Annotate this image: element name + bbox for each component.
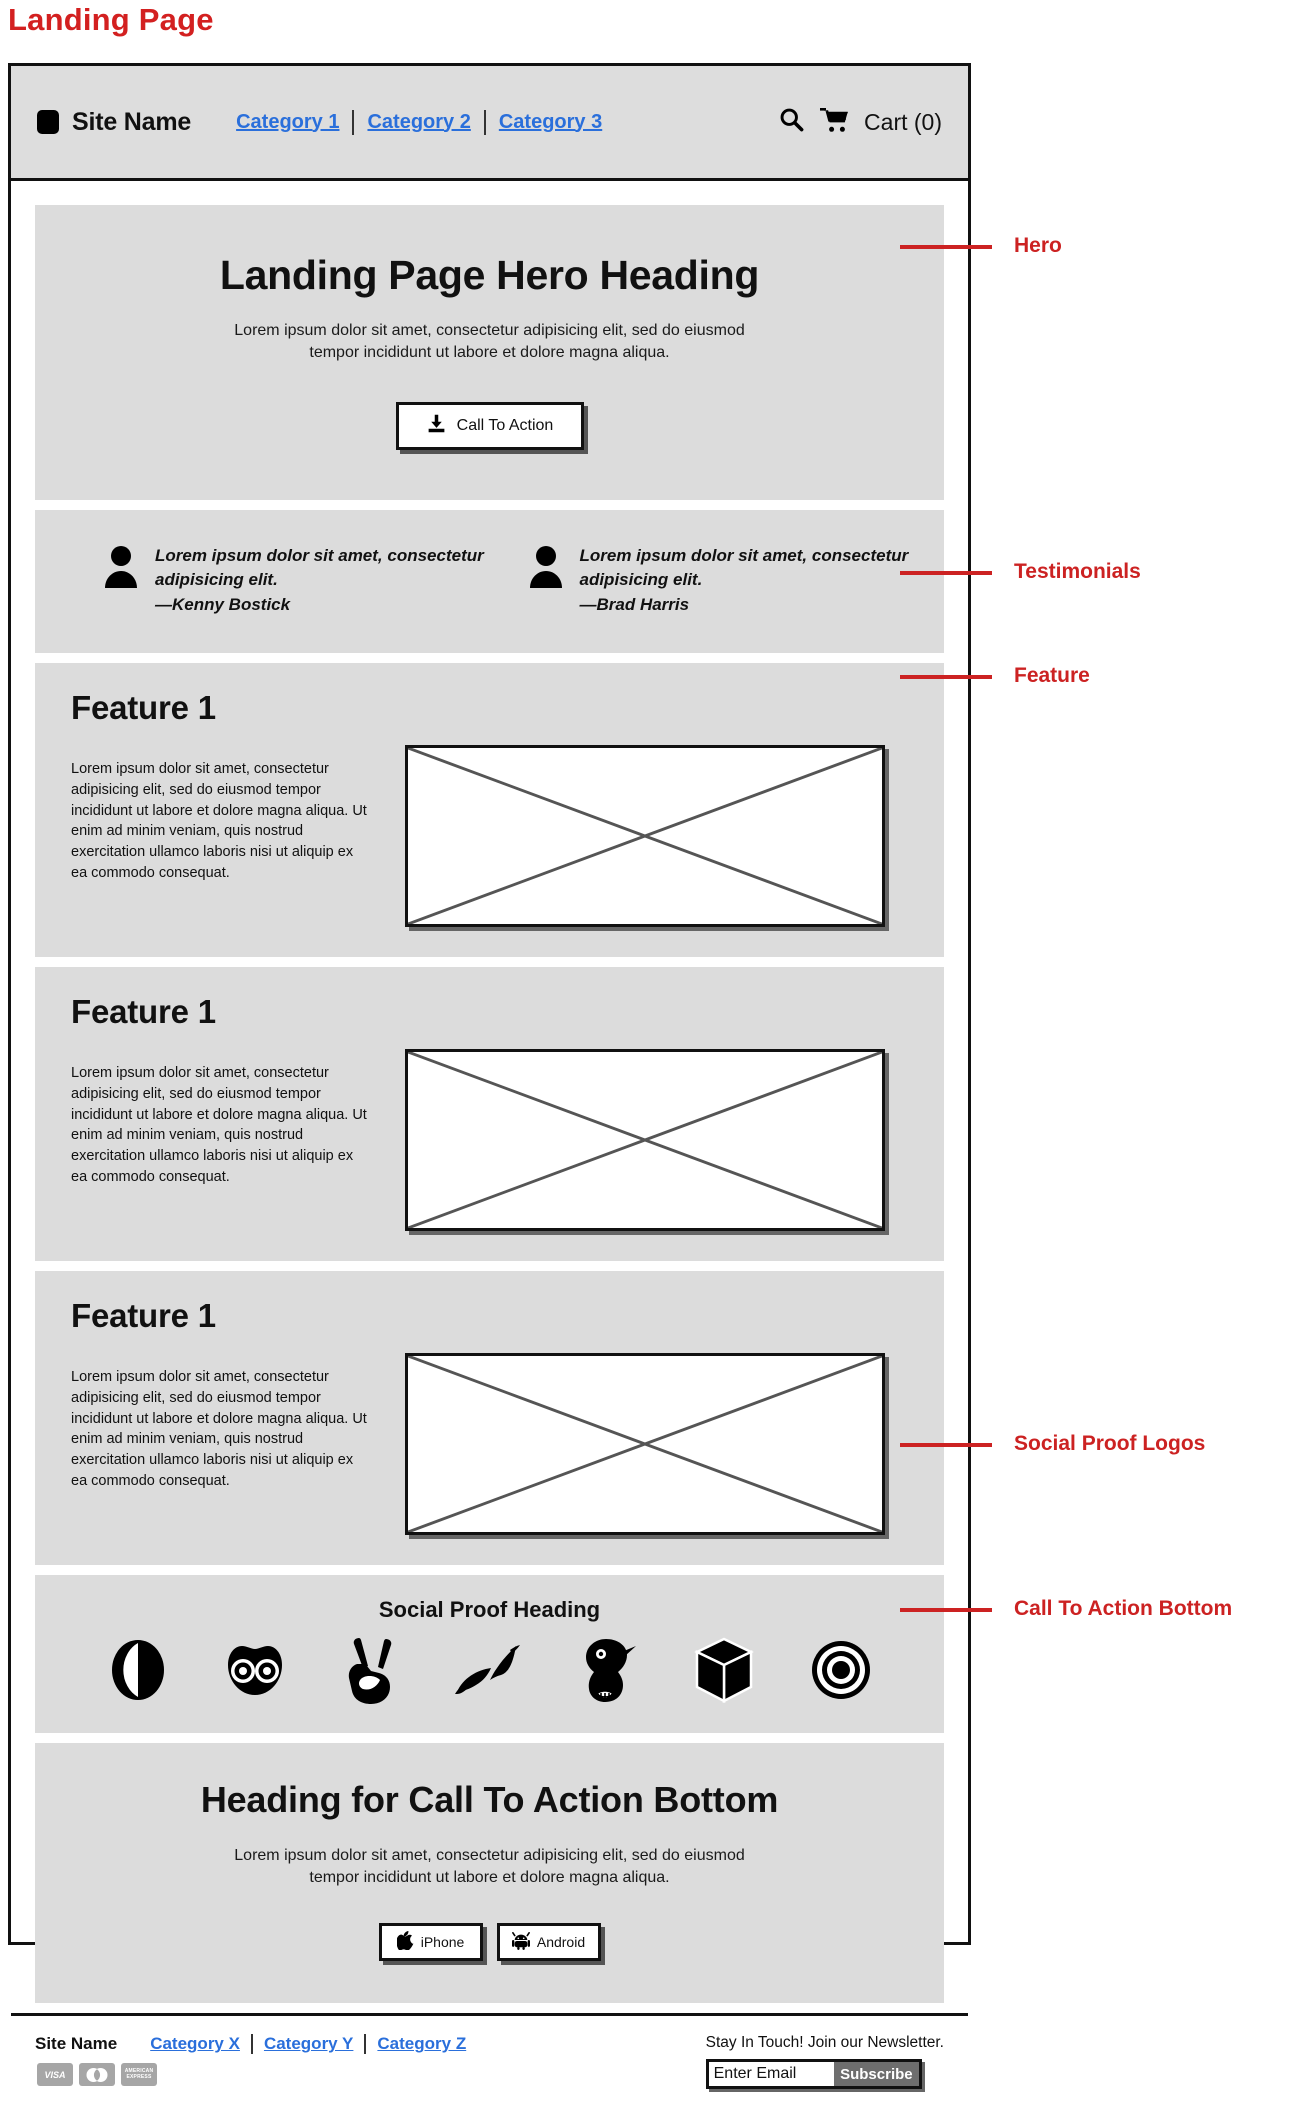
nav-link-category-1[interactable]: Category 1 (223, 111, 352, 134)
amex-badge-icon: AMERICAN EXPRESS (121, 2063, 157, 2087)
feature-section: Feature 1 Lorem ipsum dolor sit amet, co… (35, 662, 944, 957)
social-proof-section: Social Proof Heading (35, 1574, 944, 1733)
download-icon (426, 413, 447, 439)
iphone-label: iPhone (420, 1934, 465, 1951)
social-proof-logo-row (65, 1633, 914, 1707)
navbar-actions: Cart (0) (778, 106, 942, 138)
testimonial-quote: Lorem ipsum dolor sit amet, consectetur … (155, 546, 484, 590)
cta-bottom-subtext: Lorem ipsum dolor sit amet, consectetur … (234, 1846, 745, 1887)
footer-link-category-z[interactable]: Category Z (366, 2034, 477, 2054)
feature-section: Feature 1 Lorem ipsum dolor sit amet, co… (35, 1270, 944, 1565)
feature-row: Lorem ipsum dolor sit amet, consectetur … (71, 744, 914, 927)
mastercard-badge-icon (79, 2063, 115, 2087)
newsletter-form: Subscribe (705, 2059, 922, 2090)
annotation-label: Feature (1014, 664, 1090, 687)
android-download-button[interactable]: Android (496, 1923, 601, 1962)
footer-nav: Site Name Category X Category Y Category… (35, 2034, 477, 2055)
feature-body: Lorem ipsum dolor sit amet, consectetur … (71, 1065, 367, 1185)
store-button-row: iPhone Android (65, 1923, 914, 1962)
apple-icon (396, 1931, 414, 1953)
feature-body: Lorem ipsum dolor sit amet, consectetur … (71, 1369, 367, 1489)
annotation-label: Hero (1014, 234, 1062, 257)
hero-heading: Landing Page Hero Heading (219, 252, 760, 298)
page-title: Landing Page (8, 2, 214, 37)
hero-cta-label: Call To Action (456, 417, 554, 435)
social-proof-heading: Social Proof Heading (378, 1596, 601, 1622)
nav-link-category-2[interactable]: Category 2 (354, 111, 483, 134)
cta-bottom-heading: Heading for Call To Action Bottom (200, 1778, 779, 1820)
footer-site-name: Site Name (35, 2034, 118, 2054)
annotation-label: Call To Action Bottom (1014, 1597, 1233, 1620)
site-logo-icon (37, 110, 59, 134)
android-label: Android (536, 1934, 586, 1951)
brand-name: Site Name (72, 107, 192, 136)
site-navbar: Site Name Category 1 Category 2 Category… (11, 66, 968, 181)
email-input[interactable] (708, 2062, 835, 2087)
cube-logo-icon (687, 1633, 761, 1707)
feature-heading: Feature 1 (71, 992, 216, 1030)
person-icon (103, 544, 139, 593)
feature-section: Feature 1 Lorem ipsum dolor sit amet, co… (35, 966, 944, 1261)
feature-heading: Feature 1 (71, 688, 216, 726)
android-icon (511, 1931, 530, 1953)
wireframe-frame: Site Name Category 1 Category 2 Category… (8, 63, 971, 2119)
peace-hand-logo-icon (335, 1633, 409, 1707)
shopping-cart-icon[interactable] (819, 107, 850, 138)
hero-cta-button[interactable]: Call To Action (395, 402, 584, 451)
bird-logo-icon (570, 1633, 644, 1707)
annotation-label: Testimonials (1014, 560, 1141, 583)
hero-subtext: Lorem ipsum dolor sit amet, consectetur … (234, 322, 745, 362)
cta-bottom-section: Heading for Call To Action Bottom Lorem … (35, 1742, 944, 2004)
contrast-circle-logo-icon (101, 1633, 175, 1707)
search-icon[interactable] (778, 106, 805, 138)
footer-left: Site Name Category X Category Y Category… (35, 2034, 477, 2087)
target-bullseye-logo-icon (804, 1633, 878, 1707)
site-footer: Site Name Category X Category Y Category… (11, 2013, 968, 2119)
image-placeholder-x-icon (405, 1352, 885, 1535)
annotation-leader-line (900, 1608, 992, 1612)
payment-badges: VISA AMERICAN EXPRESS (35, 2063, 477, 2087)
feature-row: Lorem ipsum dolor sit amet, consectetur … (71, 1048, 914, 1231)
testimonial-item: Lorem ipsum dolor sit amet, consectetur … (490, 544, 915, 616)
testimonial-item: Lorem ipsum dolor sit amet, consectetur … (65, 544, 490, 616)
nav-link-category-3[interactable]: Category 3 (486, 111, 615, 134)
iphone-download-button[interactable]: iPhone (378, 1923, 483, 1962)
brand[interactable]: Site Name (37, 108, 191, 137)
image-placeholder-x-icon (405, 744, 885, 927)
primary-nav: Category 1 Category 2 Category 3 (223, 109, 615, 135)
testimonial-author: —Kenny Bostick (155, 594, 291, 614)
testimonial-text: Lorem ipsum dolor sit amet, consectetur … (580, 544, 915, 616)
testimonial-author: —Brad Harris (579, 594, 690, 614)
testimonials-section: Lorem ipsum dolor sit amet, consectetur … (35, 510, 944, 653)
annotation-leader-line (900, 571, 992, 575)
annotation-label: Social Proof Logos (1014, 1432, 1206, 1455)
owl-eyes-logo-icon (218, 1633, 292, 1707)
image-placeholder-x-icon (405, 1048, 885, 1231)
newsletter-label: Stay In Touch! Join our Newsletter. (705, 2034, 944, 2052)
annotation-leader-line (900, 1443, 992, 1447)
footer-link-category-y[interactable]: Category Y (253, 2034, 364, 2054)
feature-row: Lorem ipsum dolor sit amet, consectetur … (71, 1352, 914, 1535)
annotation-leader-line (900, 675, 992, 679)
visa-badge-icon: VISA (37, 2063, 73, 2087)
page-canvas: Landing Page Hero Heading Lorem ipsum do… (11, 181, 968, 2004)
feature-body: Lorem ipsum dolor sit amet, consectetur … (71, 761, 367, 881)
subscribe-button[interactable]: Subscribe (834, 2062, 919, 2087)
annotation-leader-line (900, 245, 992, 249)
feature-heading: Feature 1 (71, 1296, 216, 1334)
feather-quill-logo-icon (452, 1633, 526, 1707)
person-icon (528, 544, 564, 593)
testimonial-quote: Lorem ipsum dolor sit amet, consectetur … (579, 546, 909, 590)
cart-label[interactable]: Cart (0) (864, 109, 942, 136)
newsletter-block: Stay In Touch! Join our Newsletter. Subs… (705, 2034, 944, 2090)
testimonial-text: Lorem ipsum dolor sit amet, consectetur … (155, 544, 490, 616)
hero-section: Landing Page Hero Heading Lorem ipsum do… (35, 205, 944, 501)
footer-link-category-x[interactable]: Category X (139, 2034, 251, 2054)
